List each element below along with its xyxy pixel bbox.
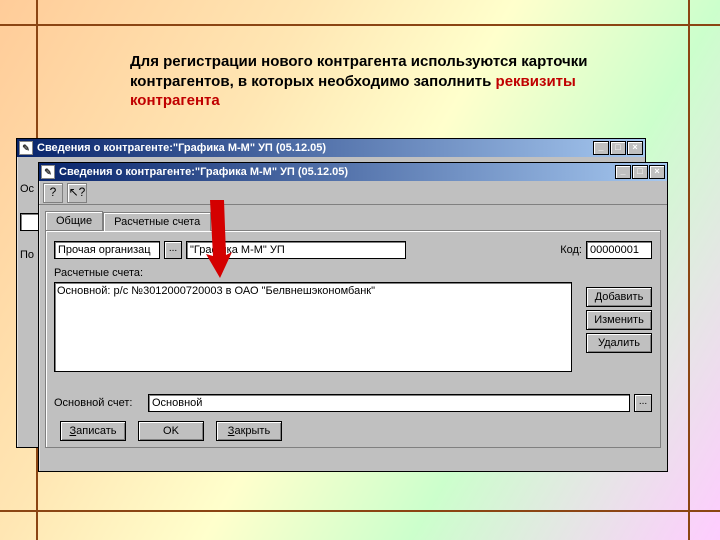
close-button-back[interactable]: × xyxy=(627,141,643,155)
org-type-ellipsis-button[interactable]: ... xyxy=(164,241,182,259)
minimize-button[interactable]: _ xyxy=(615,165,631,179)
help-icon[interactable]: ? xyxy=(43,183,63,203)
title-text-front: Сведения о контрагенте:"Графика М-М" УП … xyxy=(59,166,615,178)
tab-accounts[interactable]: Расчетные счета xyxy=(103,212,211,231)
main-account-input[interactable] xyxy=(148,394,630,412)
org-name-input[interactable] xyxy=(186,241,406,259)
add-button[interactable]: Добавить xyxy=(586,287,652,307)
close-button[interactable]: × xyxy=(649,165,665,179)
org-type-input[interactable] xyxy=(54,241,160,259)
accounts-label: Расчетные счета: xyxy=(54,267,143,279)
code-label: Код: xyxy=(560,244,582,256)
titlebar-front[interactable]: ✎ Сведения о контрагенте:"Графика М-М" У… xyxy=(39,163,667,181)
list-item[interactable]: Основной: р/с №3012000720003 в ОАО "Белв… xyxy=(57,285,569,297)
context-help-icon[interactable]: ↖? xyxy=(67,183,87,203)
tabs: Общие Расчетные счета xyxy=(45,211,661,230)
code-input[interactable] xyxy=(586,241,652,259)
app-icon: ✎ xyxy=(19,141,33,155)
main-account-label: Основной счет: xyxy=(54,397,144,409)
tab-panel-accounts: ... Код: Расчетные счета: Основной: р/с … xyxy=(45,230,661,448)
write-button[interactable]: Записать xyxy=(60,421,126,441)
close-dialog-button[interactable]: Закрыть xyxy=(216,421,282,441)
title-text-back: Сведения о контрагенте:"Графика М-М" УП … xyxy=(37,142,593,154)
edit-button[interactable]: Изменить xyxy=(586,310,652,330)
toolbar: ? ↖? xyxy=(39,181,667,205)
main-account-ellipsis-button[interactable]: ... xyxy=(634,394,652,412)
app-icon: ✎ xyxy=(41,165,55,179)
tab-general[interactable]: Общие xyxy=(45,211,103,230)
delete-button[interactable]: Удалить xyxy=(586,333,652,353)
ok-button[interactable]: OK xyxy=(138,421,204,441)
titlebar-back[interactable]: ✎ Сведения о контрагенте:"Графика М-М" У… xyxy=(17,139,645,157)
maximize-button[interactable]: □ xyxy=(632,165,648,179)
accounts-list[interactable]: Основной: р/с №3012000720003 в ОАО "Белв… xyxy=(54,282,572,372)
maximize-button-back[interactable]: □ xyxy=(610,141,626,155)
slide-heading: Для регистрации нового контрагента испол… xyxy=(130,52,610,111)
minimize-button-back[interactable]: _ xyxy=(593,141,609,155)
window-front: ✎ Сведения о контрагенте:"Графика М-М" У… xyxy=(38,162,668,472)
